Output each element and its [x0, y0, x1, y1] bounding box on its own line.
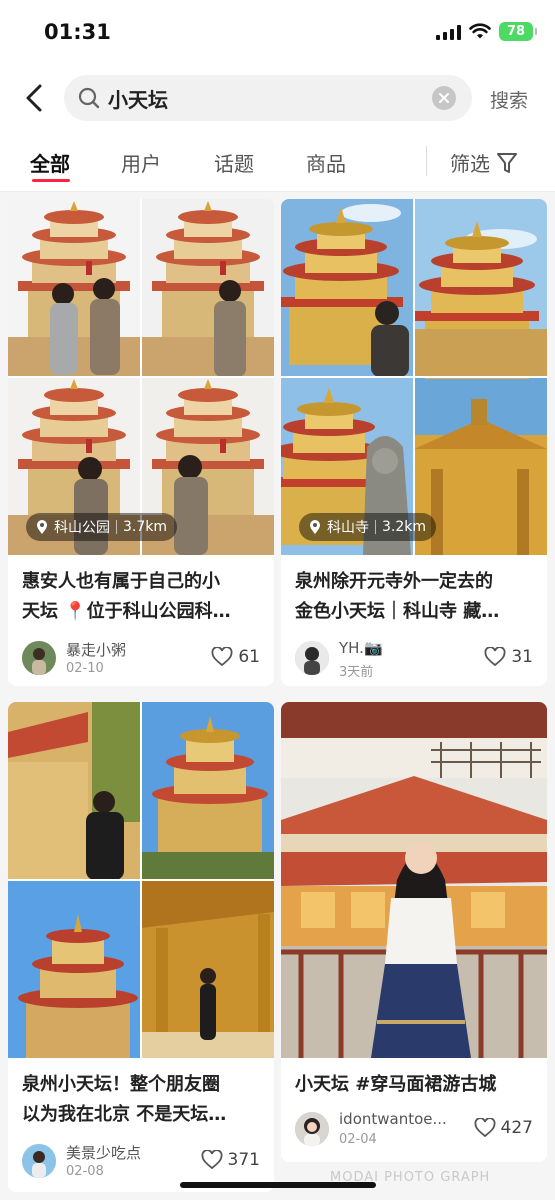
card-footer: 暴走小粥 02-10 61 — [22, 641, 260, 679]
card-title-line-1: 惠安人也有属于自己的小 — [22, 571, 220, 592]
search-icon — [78, 87, 100, 109]
location-pin-icon — [37, 519, 47, 534]
avatar[interactable] — [22, 1144, 56, 1178]
wifi-icon — [469, 23, 491, 39]
tab-divider — [426, 146, 427, 176]
like-button[interactable]: 427 — [474, 1118, 533, 1138]
post-date: 02-10 — [66, 661, 104, 676]
feed-card-1[interactable]: 科山公园 3.7km 惠安人也有属于自己的小 天坛 📍位于科山公园科… 暴走小粥… — [8, 199, 274, 686]
card-title-line-2: 金色小天坛｜科山寺 藏… — [295, 601, 500, 622]
card-image-2[interactable]: 科山寺 3.2km — [281, 199, 547, 555]
card-title[interactable]: 泉州小天坛！整个朋友圈 以为我在北京 不是天坛… — [22, 1070, 260, 1130]
location-name: 科山公园 — [54, 520, 110, 536]
close-icon — [439, 93, 449, 103]
card-footer: YH.📷 3天前 31 — [295, 639, 533, 680]
avatar[interactable] — [295, 1112, 329, 1146]
tab-products[interactable]: 商品 — [306, 148, 346, 177]
home-indicator[interactable] — [180, 1182, 376, 1188]
heart-icon — [201, 1150, 223, 1170]
location-name: 科山寺 — [327, 520, 369, 536]
card-title[interactable]: 惠安人也有属于自己的小 天坛 📍位于科山公园科… — [22, 567, 260, 627]
clear-search-button[interactable] — [432, 86, 456, 110]
like-count: 31 — [511, 647, 533, 667]
card-footer: 美景少吃点 02-08 371 — [22, 1144, 260, 1182]
location-badge: 科山公园 3.7km — [26, 513, 178, 541]
post-date: 02-08 — [66, 1164, 104, 1179]
badge-separator — [375, 520, 376, 534]
card-footer: idontwantoe... 02-04 427 — [295, 1110, 533, 1150]
feed-card-2[interactable]: 科山寺 3.2km 泉州除开元寺外一定去的 金色小天坛｜科山寺 藏… YH.📷 … — [281, 199, 547, 686]
card-title-line-2: 天坛 📍位于科山公园科… — [22, 601, 231, 622]
badge-separator — [116, 520, 117, 534]
feed-card-3[interactable]: 泉州小天坛！整个朋友圈 以为我在北京 不是天坛… 美景少吃点 02-08 371 — [8, 702, 274, 1192]
tab-all[interactable]: 全部 — [30, 148, 70, 177]
card-title[interactable]: 泉州除开元寺外一定去的 金色小天坛｜科山寺 藏… — [295, 567, 533, 627]
heart-icon — [474, 1118, 496, 1138]
like-button[interactable]: 31 — [484, 647, 533, 667]
card-image-4[interactable] — [281, 702, 547, 1058]
tab-bar: 全部 用户 话题 商品 筛选 — [0, 130, 555, 192]
filter-icon — [497, 152, 517, 173]
avatar[interactable] — [295, 641, 329, 675]
tab-topics[interactable]: 话题 — [214, 148, 254, 177]
author-name[interactable]: idontwantoe... — [339, 1110, 447, 1128]
like-button[interactable]: 371 — [201, 1150, 260, 1170]
location-distance: 3.2km — [382, 519, 427, 535]
search-header: 小天坛 搜索 — [0, 66, 555, 130]
heart-icon — [484, 647, 506, 667]
like-count: 427 — [500, 1118, 533, 1138]
search-box[interactable]: 小天坛 — [64, 75, 472, 121]
active-tab-indicator — [32, 179, 70, 182]
like-count: 371 — [227, 1150, 260, 1170]
location-pin-icon — [310, 519, 320, 534]
tab-users[interactable]: 用户 — [121, 148, 161, 177]
filter-label: 筛选 — [450, 152, 490, 176]
card-title[interactable]: 小天坛 #穿马面裙游古城 — [295, 1070, 533, 1100]
card-image-1[interactable]: 科山公园 3.7km — [8, 199, 274, 555]
card-title-line-1: 泉州除开元寺外一定去的 — [295, 571, 493, 592]
card-title-line-1: 泉州小天坛！整个朋友圈 — [22, 1074, 220, 1095]
filter-button[interactable]: 筛选 — [450, 148, 518, 177]
search-button[interactable]: 搜索 — [490, 86, 528, 113]
author-name[interactable]: YH.📷 — [339, 639, 383, 657]
heart-icon — [211, 647, 233, 667]
card-title-line-1: 小天坛 #穿马面裙游古城 — [295, 1074, 497, 1095]
like-count: 61 — [238, 647, 260, 667]
post-date: 3天前 — [339, 665, 374, 680]
search-input[interactable]: 小天坛 — [108, 84, 168, 113]
feed-card-4[interactable]: 小天坛 #穿马面裙游古城 idontwantoe... 02-04 427 — [281, 702, 547, 1162]
status-bar: 01:31 78 — [0, 0, 555, 66]
author-name[interactable]: 暴走小粥 — [66, 639, 126, 660]
back-button[interactable] — [20, 82, 50, 114]
avatar[interactable] — [22, 641, 56, 675]
status-time: 01:31 — [44, 20, 111, 44]
like-button[interactable]: 61 — [211, 647, 260, 667]
author-name[interactable]: 美景少吃点 — [66, 1142, 141, 1163]
card-title-line-2: 以为我在北京 不是天坛… — [22, 1104, 227, 1125]
location-distance: 3.7km — [123, 519, 168, 535]
card-image-3[interactable] — [8, 702, 274, 1058]
signal-icon — [436, 24, 461, 40]
location-badge: 科山寺 3.2km — [299, 513, 437, 541]
battery-icon: 78 — [499, 22, 537, 41]
post-date: 02-04 — [339, 1132, 377, 1147]
status-icons: 78 — [436, 22, 537, 41]
